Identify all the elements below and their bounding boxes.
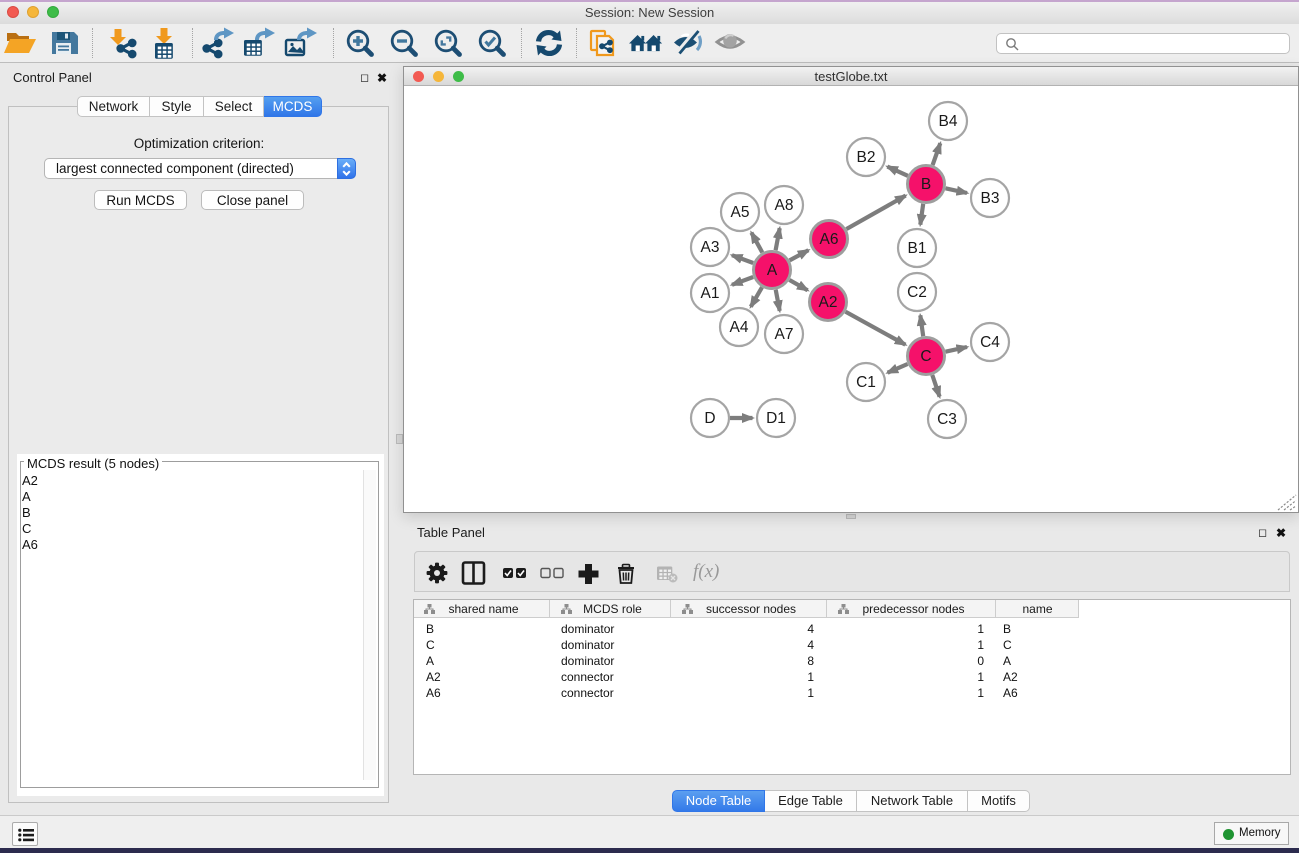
svg-text:A7: A7 bbox=[775, 326, 794, 343]
svg-text:C2: C2 bbox=[907, 284, 927, 301]
svg-text:B4: B4 bbox=[939, 113, 958, 130]
svg-text:D: D bbox=[704, 410, 715, 427]
svg-text:B2: B2 bbox=[857, 149, 876, 166]
svg-text:C: C bbox=[920, 348, 931, 365]
svg-text:A: A bbox=[767, 262, 778, 279]
svg-text:B: B bbox=[921, 176, 931, 193]
svg-text:C1: C1 bbox=[856, 374, 876, 391]
svg-text:A6: A6 bbox=[820, 231, 839, 248]
svg-text:C4: C4 bbox=[980, 334, 1000, 351]
svg-text:D1: D1 bbox=[766, 410, 786, 427]
svg-text:A1: A1 bbox=[701, 285, 720, 302]
svg-text:B3: B3 bbox=[981, 190, 1000, 207]
svg-text:A3: A3 bbox=[701, 239, 720, 256]
svg-text:B1: B1 bbox=[908, 240, 927, 257]
svg-text:A5: A5 bbox=[731, 204, 750, 221]
svg-text:A2: A2 bbox=[819, 294, 838, 311]
svg-text:A4: A4 bbox=[730, 319, 749, 336]
svg-text:C3: C3 bbox=[937, 411, 957, 428]
svg-text:A8: A8 bbox=[775, 197, 794, 214]
